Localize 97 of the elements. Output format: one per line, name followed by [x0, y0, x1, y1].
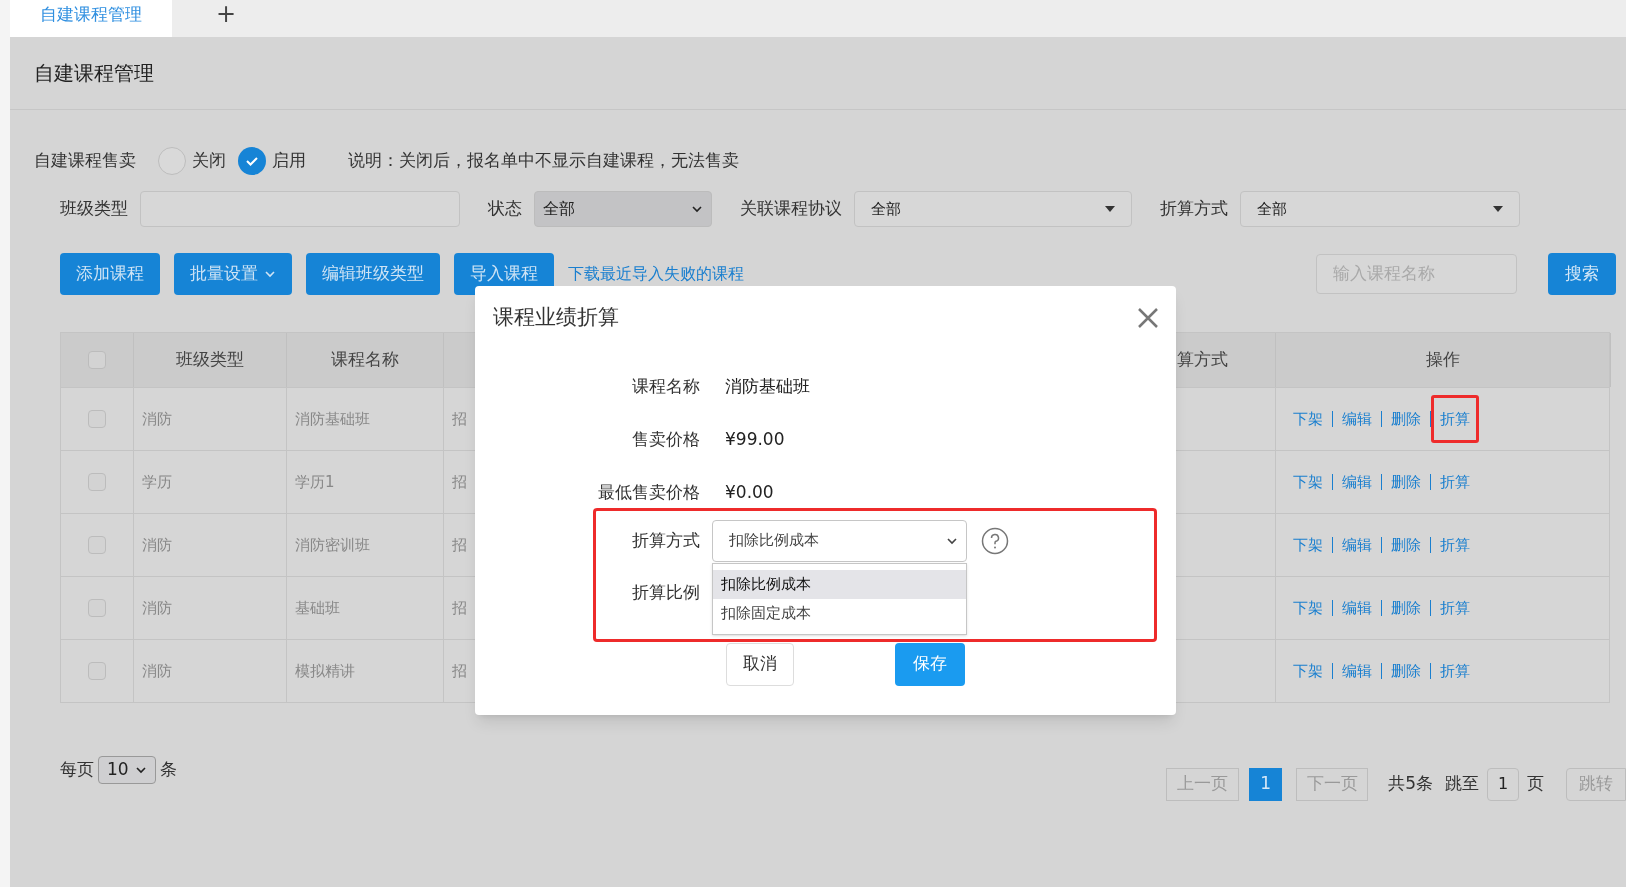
action-link[interactable]: 删除 — [1382, 584, 1430, 632]
radio-button[interactable] — [158, 147, 186, 175]
menu-button[interactable]: 批量设置 — [174, 253, 292, 295]
status-select[interactable]: 全部 — [534, 191, 712, 227]
next-page-button[interactable]: 下一页 — [1296, 767, 1369, 801]
field-label: 售卖价格 — [631, 428, 700, 452]
field-label: 课程名称 — [631, 375, 700, 399]
column-header: 班级类型 — [176, 348, 244, 372]
action-link[interactable]: 编辑 — [1333, 395, 1381, 443]
modal-title: 课程业绩折算 — [493, 304, 619, 331]
table-cell-text: 模拟精讲 — [295, 660, 355, 682]
action-link[interactable]: 编辑 — [1333, 521, 1381, 569]
action-link[interactable]: 编辑 — [1333, 647, 1381, 695]
action-link[interactable]: 折算 — [1431, 647, 1479, 695]
action-link[interactable]: 下架 — [1284, 647, 1332, 695]
row-checkbox[interactable] — [88, 662, 106, 680]
table-cell-text: 消防 — [142, 660, 172, 682]
action-link[interactable]: 折算 — [1431, 395, 1479, 443]
row-checkbox[interactable] — [88, 599, 106, 617]
table-cell-text: 招 — [452, 534, 467, 556]
filter-label: 班级类型 — [60, 197, 128, 221]
column-header: 课程名称 — [331, 348, 399, 372]
row-checkbox[interactable] — [88, 473, 106, 491]
table-cell-text: 消防 — [142, 597, 172, 619]
help-icon[interactable] — [981, 526, 1009, 555]
radio-label: 启用 — [272, 149, 306, 173]
page-button[interactable]: 1 — [1249, 767, 1283, 801]
per-page-select[interactable]: 10 — [98, 756, 156, 784]
table-cell-text: 招 — [452, 660, 467, 682]
action-link[interactable]: 编辑 — [1333, 458, 1381, 506]
row-checkbox[interactable] — [88, 410, 106, 428]
jump-page-field[interactable]: 1 — [1487, 767, 1519, 801]
table-cell-text: 学历 — [142, 471, 172, 493]
filter-label: 折算方式 — [1160, 197, 1228, 221]
toolbar-button[interactable]: 编辑班级类型 — [306, 253, 440, 295]
radio-checked[interactable] — [238, 147, 266, 175]
action-link[interactable]: 下架 — [1284, 584, 1332, 632]
page-unit: 页 — [1527, 772, 1544, 796]
column-header: 操作 — [1426, 348, 1460, 372]
field-value: ¥99.00 — [725, 428, 785, 452]
prev-page-button[interactable]: 上一页 — [1166, 767, 1240, 801]
field-label: 折算比例 — [631, 580, 700, 604]
search-button[interactable]: 搜索 — [1548, 253, 1616, 295]
method-select[interactable]: 扣除比例成本 — [712, 519, 967, 562]
toolbar-button[interactable]: 添加课程 — [60, 253, 160, 295]
table-cell-text: 招 — [452, 408, 467, 430]
table-cell-text: 基础班 — [295, 597, 340, 619]
sale-note: 说明：关闭后，报名单中不显示自建课程，无法售卖 — [348, 149, 739, 173]
jump-label: 跳至 — [1445, 772, 1479, 796]
per-page-unit: 条 — [160, 758, 177, 782]
column-header: 算方式 — [1177, 348, 1228, 372]
action-link[interactable]: 折算 — [1431, 458, 1479, 506]
dropdown-option[interactable]: 扣除固定成本 — [713, 598, 966, 628]
action-link[interactable]: 编辑 — [1333, 584, 1381, 632]
radio-label: 关闭 — [192, 149, 226, 173]
field-label: 折算方式 — [631, 528, 700, 552]
table-cell-text: 消防基础班 — [295, 408, 370, 430]
action-link[interactable]: 下架 — [1284, 458, 1332, 506]
action-link[interactable]: 删除 — [1382, 395, 1430, 443]
close-icon[interactable] — [1136, 305, 1160, 330]
chevron-down-icon — [135, 764, 147, 776]
action-link[interactable]: 删除 — [1382, 521, 1430, 569]
table-cell-text: 消防 — [142, 534, 172, 556]
filter-label: 关联课程协议 — [740, 197, 842, 221]
field-value: ¥0.00 — [725, 481, 774, 505]
table-cell-text: 招 — [452, 597, 467, 619]
field-label: 最低售卖价格 — [597, 481, 700, 505]
table-cell-text: 学历1 — [295, 471, 335, 493]
action-link[interactable]: 删除 — [1382, 647, 1430, 695]
action-link[interactable]: 折算 — [1431, 584, 1479, 632]
sale-label: 自建课程售卖 — [34, 149, 136, 173]
caret-icon — [1493, 205, 1503, 213]
dropdown-option[interactable]: 扣除比例成本 — [713, 569, 966, 599]
filter-label: 状态 — [488, 197, 522, 221]
filter-dropdown[interactable]: 全部 — [1240, 191, 1520, 227]
jump-button[interactable]: 跳转 — [1566, 767, 1626, 801]
table-cell-text: 招 — [452, 471, 467, 493]
tab[interactable]: 自建课程管理 — [10, 0, 172, 37]
download-link[interactable]: 下载最近导入失败的课程 — [568, 262, 744, 286]
filter-dropdown[interactable]: 全部 — [854, 191, 1132, 227]
row-checkbox[interactable] — [88, 536, 106, 554]
table-cell-text: 消防密训班 — [295, 534, 370, 556]
caret-icon — [1105, 205, 1115, 213]
per-page-label: 每页 — [60, 758, 94, 782]
save-button[interactable]: 保存 — [895, 642, 965, 686]
field-value: 消防基础班 — [725, 375, 810, 399]
action-link[interactable]: 下架 — [1284, 395, 1332, 443]
total-count: 共5条 — [1388, 772, 1433, 796]
action-link[interactable]: 折算 — [1431, 521, 1479, 569]
action-link[interactable]: 下架 — [1284, 521, 1332, 569]
cancel-button[interactable]: 取消 — [726, 642, 794, 686]
table-cell-text: 消防 — [142, 408, 172, 430]
add-tab-button[interactable]: + — [216, 0, 237, 28]
action-link[interactable]: 删除 — [1382, 458, 1430, 506]
chevron-down-icon — [691, 203, 703, 215]
page-title: 自建课程管理 — [34, 60, 154, 87]
chevron-down-icon — [264, 268, 276, 280]
